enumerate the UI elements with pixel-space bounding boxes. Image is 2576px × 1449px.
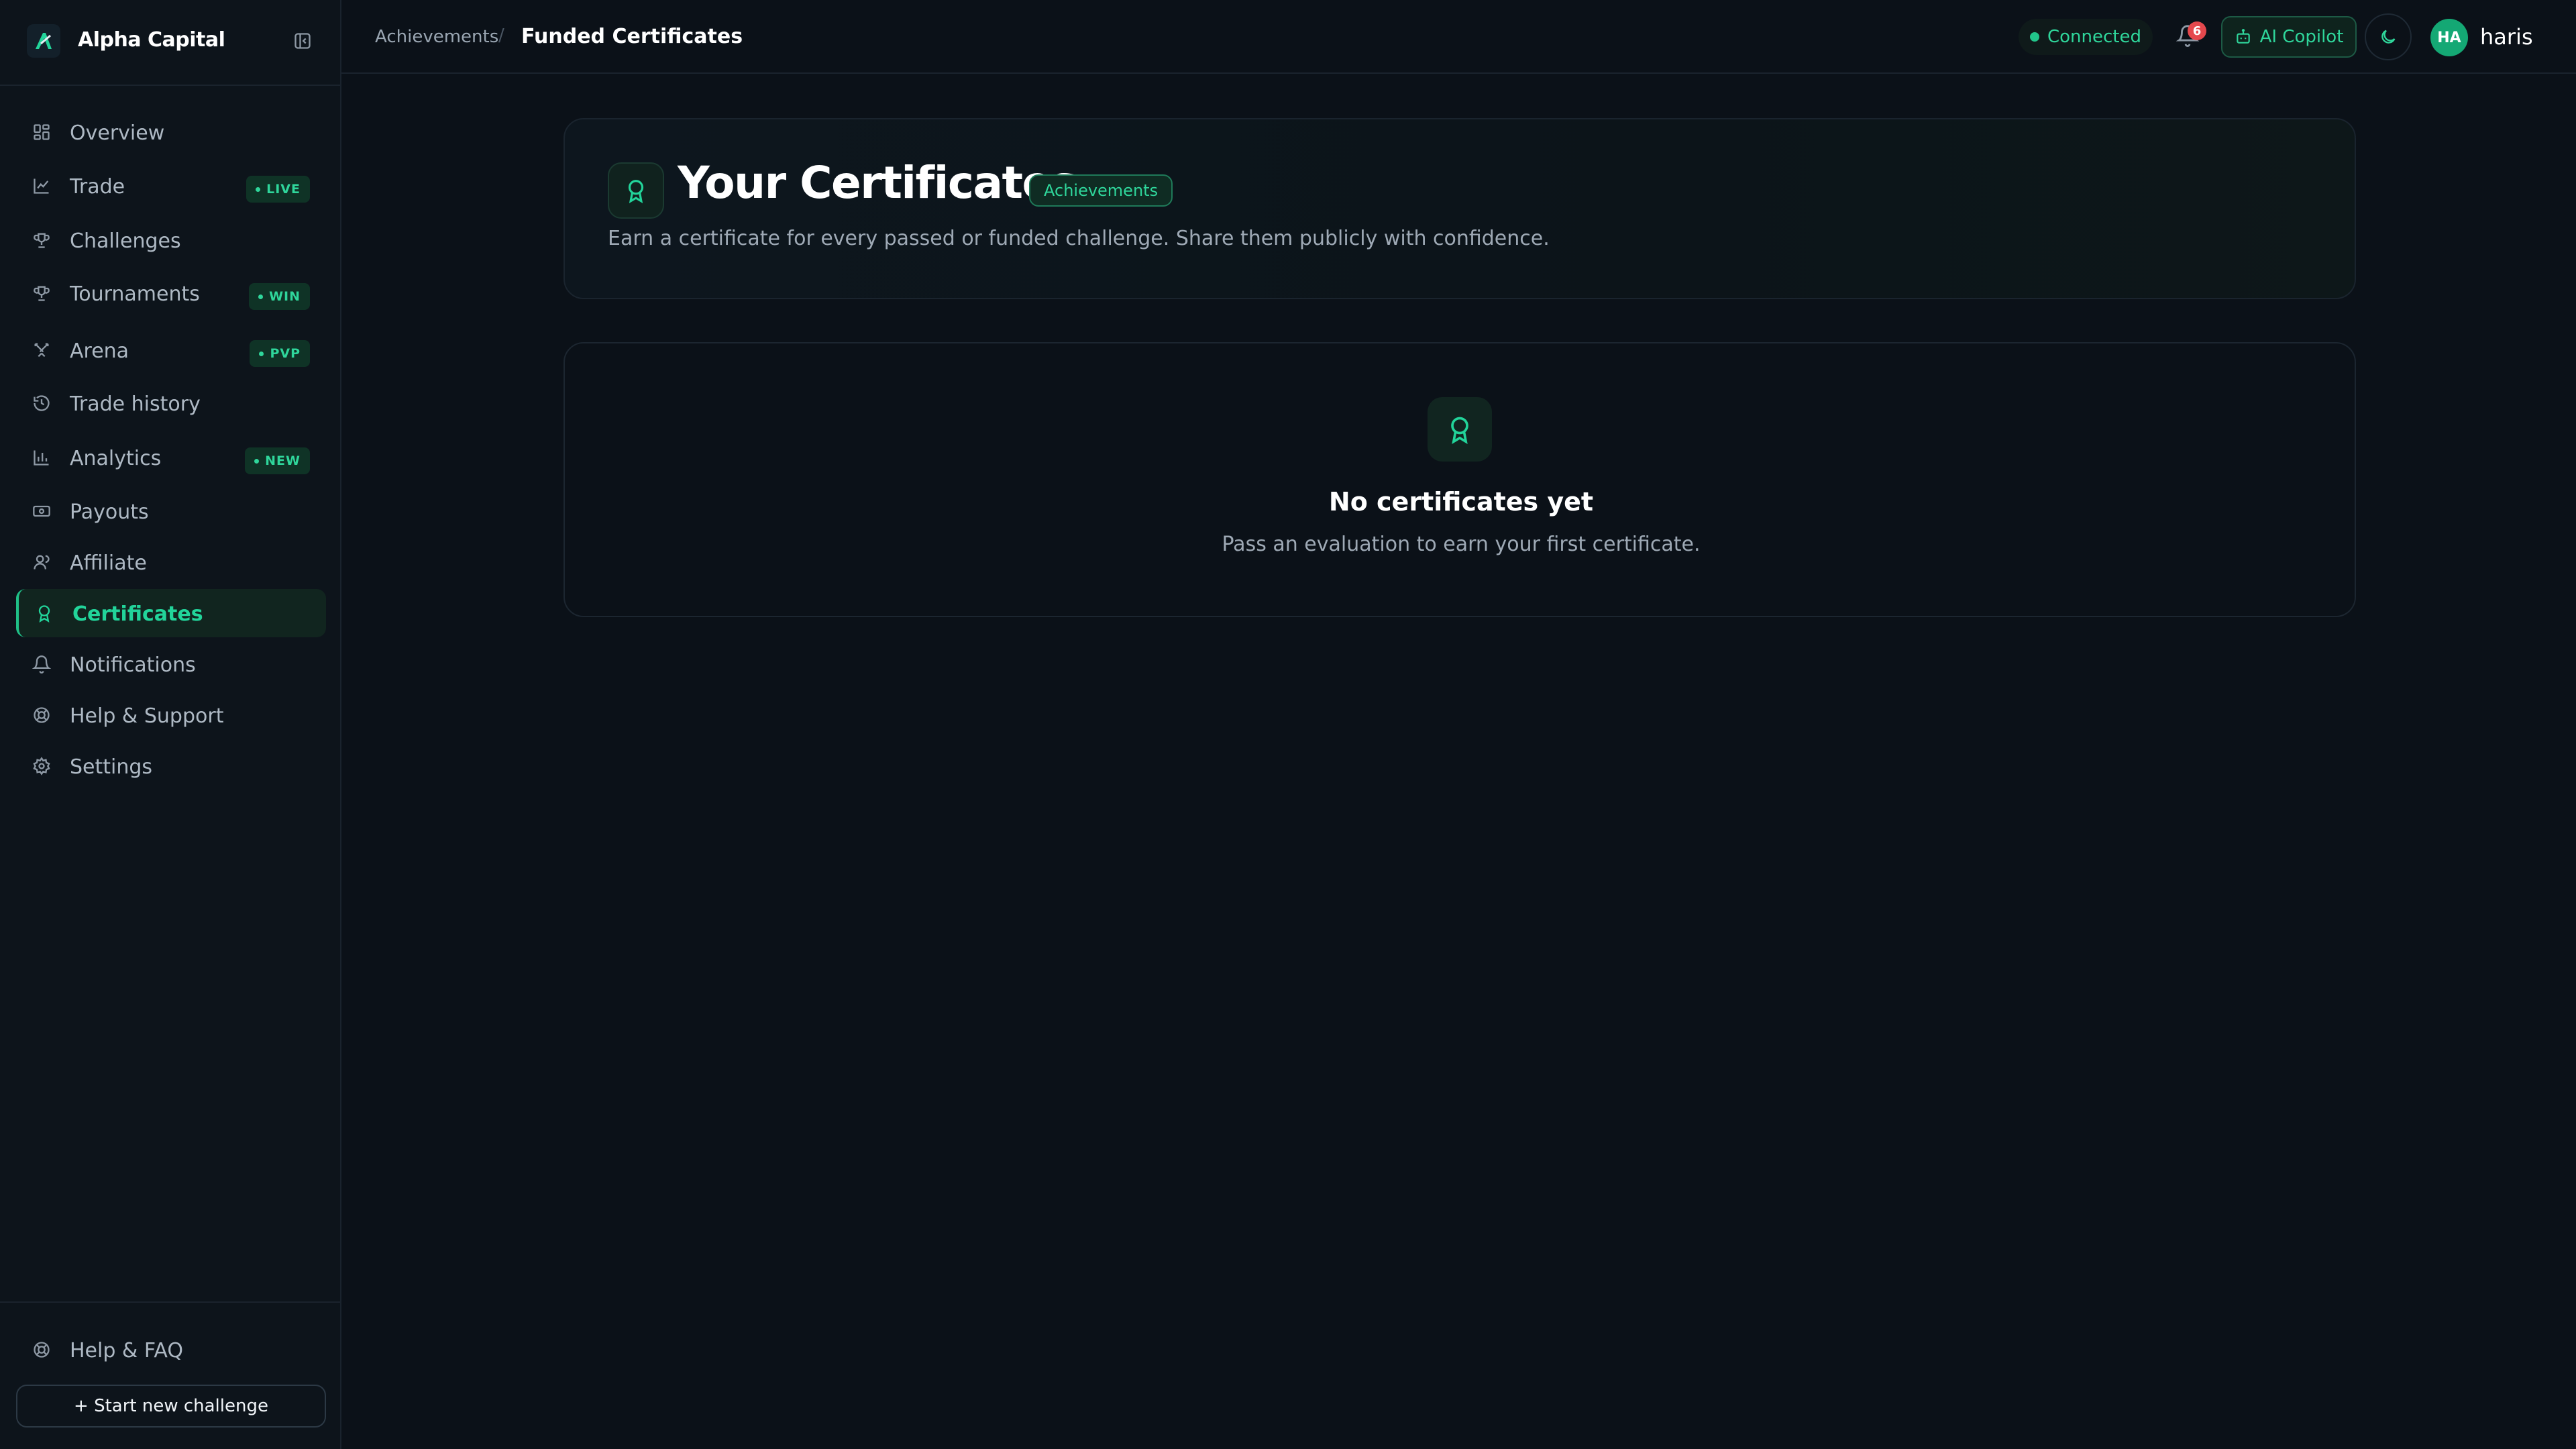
sidebar-item-analytics[interactable]: Analytics NEW [16, 433, 326, 482]
sidebar-item-label: Arena [70, 339, 129, 363]
sidebar-item-label: Help & FAQ [70, 1339, 183, 1362]
trophy-icon [32, 231, 51, 250]
sidebar-item-label: Challenges [70, 229, 181, 253]
empty-state-subtitle: Pass an evaluation to earn your first ce… [1222, 533, 1701, 556]
theme-toggle-button[interactable] [2365, 13, 2412, 60]
breadcrumb-current: Funded Certificates [521, 25, 743, 48]
award-icon [35, 604, 54, 623]
sidebar-item-label: Tournaments [70, 282, 200, 306]
ai-copilot-button[interactable]: AI Copilot [2221, 16, 2357, 58]
gear-icon [32, 757, 51, 775]
sidebar-item-certificates[interactable]: Certificates [16, 589, 326, 637]
sidebar-item-label: Certificates [72, 602, 203, 626]
sidebar-item-trade[interactable]: Trade LIVE [16, 162, 326, 210]
sidebar-collapse-icon[interactable] [292, 31, 313, 51]
sidebar-item-label: Affiliate [70, 551, 147, 575]
new-badge: NEW [245, 447, 310, 474]
banknote-icon [32, 502, 51, 521]
achievements-tag: Achievements [1029, 174, 1173, 207]
sidebar-item-label: Trade history [70, 392, 201, 416]
brand-header: Alpha Capital [0, 0, 341, 86]
sidebar-item-label: Notifications [70, 653, 196, 677]
lifebuoy-icon [32, 706, 51, 724]
page-subtitle: Earn a certificate for every passed or f… [608, 227, 1550, 250]
breadcrumb-separator: / [498, 25, 504, 46]
chart-icon [32, 176, 51, 195]
sidebar-item-help-faq[interactable]: Help & FAQ [16, 1326, 326, 1374]
history-icon [32, 394, 51, 413]
award-icon [608, 162, 664, 219]
bar-chart-icon [32, 448, 51, 467]
status-dot-icon [2029, 32, 2039, 42]
sidebar-item-overview[interactable]: Overview [16, 108, 326, 156]
sidebar-item-challenges[interactable]: Challenges [16, 216, 326, 264]
sidebar-item-notifications[interactable]: Notifications [16, 640, 326, 688]
empty-state-title: No certificates yet [1328, 487, 1594, 517]
sidebar-item-help-support[interactable]: Help & Support [16, 691, 326, 739]
sidebar-item-settings[interactable]: Settings [16, 742, 326, 790]
brand-name: Alpha Capital [78, 28, 225, 52]
win-badge: WIN [249, 283, 310, 310]
page-title: Your Certificates [678, 157, 1077, 209]
swords-icon [32, 341, 51, 360]
sidebar-item-label: Settings [70, 755, 153, 779]
sidebar-item-arena[interactable]: Arena PVP [16, 326, 326, 374]
trophy-icon [32, 284, 51, 303]
avatar[interactable]: HA [2430, 19, 2468, 56]
sidebar-item-payouts[interactable]: Payouts [16, 487, 326, 535]
sidebar-item-tournaments[interactable]: Tournaments WIN [16, 269, 326, 317]
live-badge: LIVE [246, 176, 310, 203]
sidebar-item-affiliate[interactable]: Affiliate [16, 538, 326, 586]
topbar: Achievements / Funded Certificates Conne… [341, 0, 2576, 74]
ai-copilot-label: AI Copilot [2259, 27, 2344, 47]
sidebar-item-trade-history[interactable]: Trade history [16, 379, 326, 427]
sidebar-item-label: Trade [70, 175, 125, 199]
award-icon [1428, 397, 1492, 462]
sidebar-item-label: Payouts [70, 500, 149, 524]
lifebuoy-icon [32, 1340, 51, 1359]
sidebar-item-label: Overview [70, 121, 165, 145]
bot-icon [2236, 29, 2250, 44]
sidebar-item-label: Analytics [70, 447, 162, 470]
pvp-badge: PVP [250, 340, 310, 367]
start-new-challenge-button[interactable]: + Start new challenge [16, 1385, 326, 1428]
breadcrumb-achievements[interactable]: Achievements [375, 27, 498, 47]
username[interactable]: haris [2480, 24, 2533, 50]
sidebar-item-label: Help & Support [70, 704, 224, 728]
connection-status-label: Connected [2047, 27, 2141, 47]
sidebar: Alpha Capital Overview Trade LIVE Challe… [0, 0, 341, 1449]
bell-icon [32, 655, 51, 674]
empty-state-card: No certificates yet Pass an evaluation t… [564, 342, 2356, 617]
certificates-hero-card: Your Certificates Achievements Earn a ce… [564, 118, 2356, 299]
connection-status: Connected [2019, 19, 2153, 55]
logo[interactable] [27, 24, 60, 58]
notification-count-badge: 6 [2188, 21, 2206, 40]
grid-icon [32, 123, 51, 142]
moon-icon [2381, 30, 2396, 44]
user-icon [32, 553, 51, 572]
